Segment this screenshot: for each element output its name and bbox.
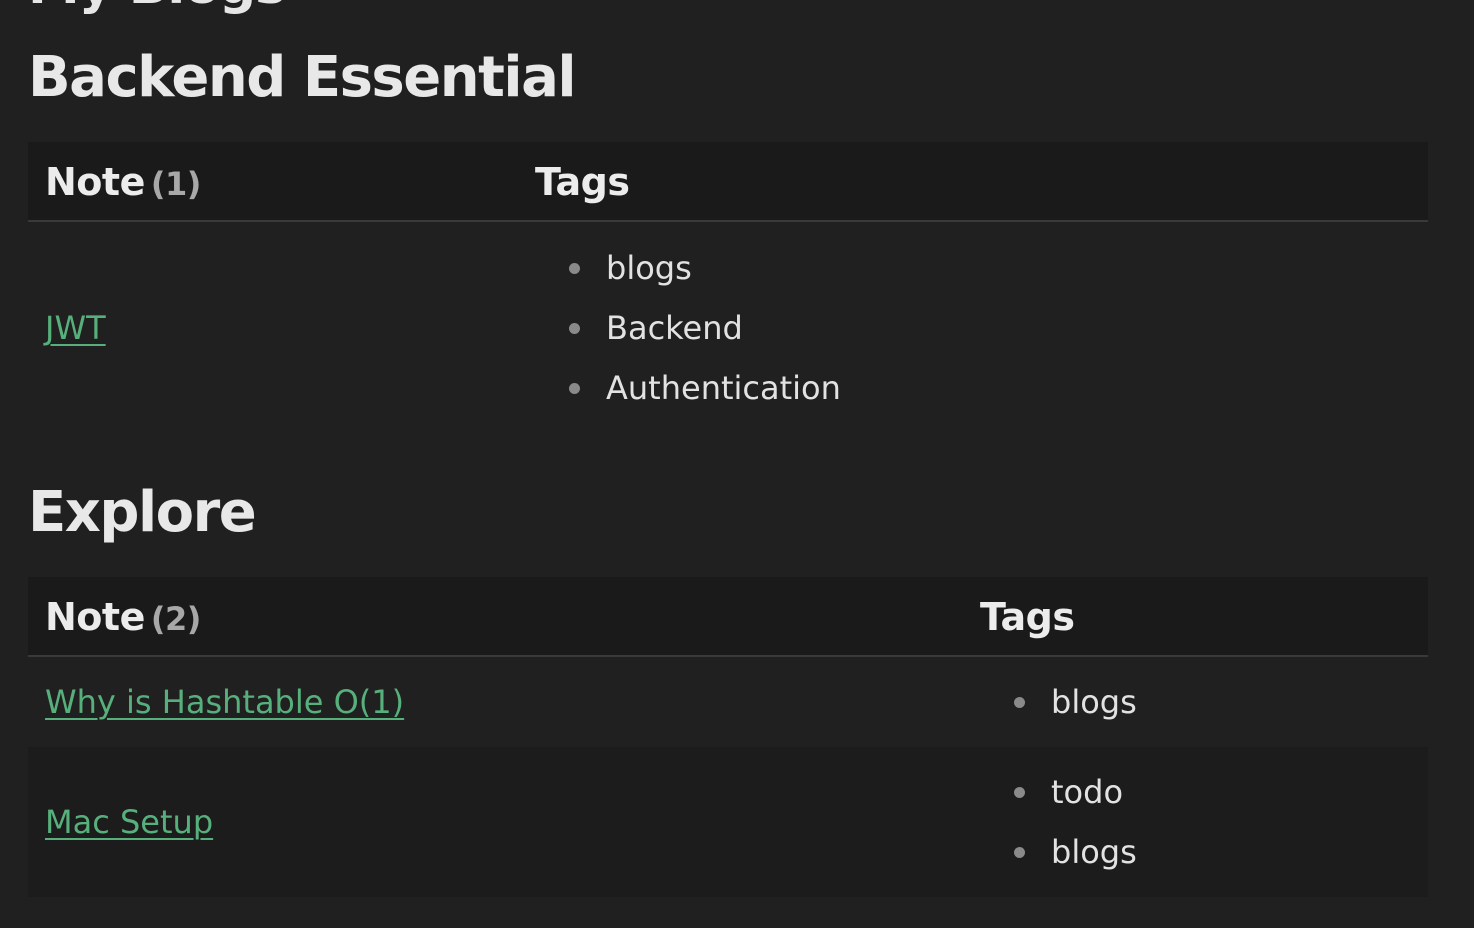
tag-list: blogs Backend Authentication: [535, 238, 841, 418]
tags-column-header[interactable]: Tags: [535, 142, 630, 220]
tag-label: Authentication: [606, 369, 841, 407]
note-count: (2): [150, 600, 202, 638]
tag-item: blogs: [980, 672, 1137, 732]
tag-item: blogs: [980, 822, 1137, 882]
table-row: JWT blogs Backend Authentication: [28, 222, 1428, 434]
bullet-icon: [569, 383, 580, 394]
table-header: Note (2) Tags: [28, 577, 1428, 657]
bullet-icon: [1014, 787, 1025, 798]
note-link-hashtable[interactable]: Why is Hashtable O(1): [45, 683, 404, 721]
tag-label: blogs: [1051, 683, 1137, 721]
note-column-header[interactable]: Note (1): [45, 142, 201, 220]
tag-label: blogs: [606, 249, 692, 287]
table-row: Mac Setup todo blogs: [28, 747, 1428, 897]
note-column-label: Note: [45, 595, 145, 639]
tag-list: blogs: [980, 672, 1137, 732]
note-link-jwt[interactable]: JWT: [45, 309, 106, 347]
section-title-backend-essential: Backend Essential: [28, 45, 577, 110]
tag-label: Backend: [606, 309, 743, 347]
bullet-icon: [1014, 847, 1025, 858]
note-column-label: Note: [45, 160, 145, 204]
tag-label: todo: [1051, 773, 1124, 811]
note-count: (1): [150, 165, 202, 203]
page-heading-partial: My Blogs: [28, 0, 286, 16]
tag-item: blogs: [535, 238, 841, 298]
tag-label: blogs: [1051, 833, 1137, 871]
section-title-explore: Explore: [28, 480, 257, 545]
tag-item: Backend: [535, 298, 841, 358]
tags-column-header[interactable]: Tags: [980, 577, 1075, 655]
backend-essential-table: Note (1) Tags JWT blogs Backend Authentic…: [28, 142, 1428, 434]
tag-list: todo blogs: [980, 762, 1137, 882]
bullet-icon: [569, 323, 580, 334]
bullet-icon: [569, 263, 580, 274]
table-header: Note (1) Tags: [28, 142, 1428, 222]
note-link-mac-setup[interactable]: Mac Setup: [45, 803, 213, 841]
tag-item: todo: [980, 762, 1137, 822]
explore-table: Note (2) Tags Why is Hashtable O(1) blogs…: [28, 577, 1428, 897]
table-row: Why is Hashtable O(1) blogs: [28, 657, 1428, 747]
note-column-header[interactable]: Note (2): [45, 577, 201, 655]
tag-item: Authentication: [535, 358, 841, 418]
bullet-icon: [1014, 697, 1025, 708]
